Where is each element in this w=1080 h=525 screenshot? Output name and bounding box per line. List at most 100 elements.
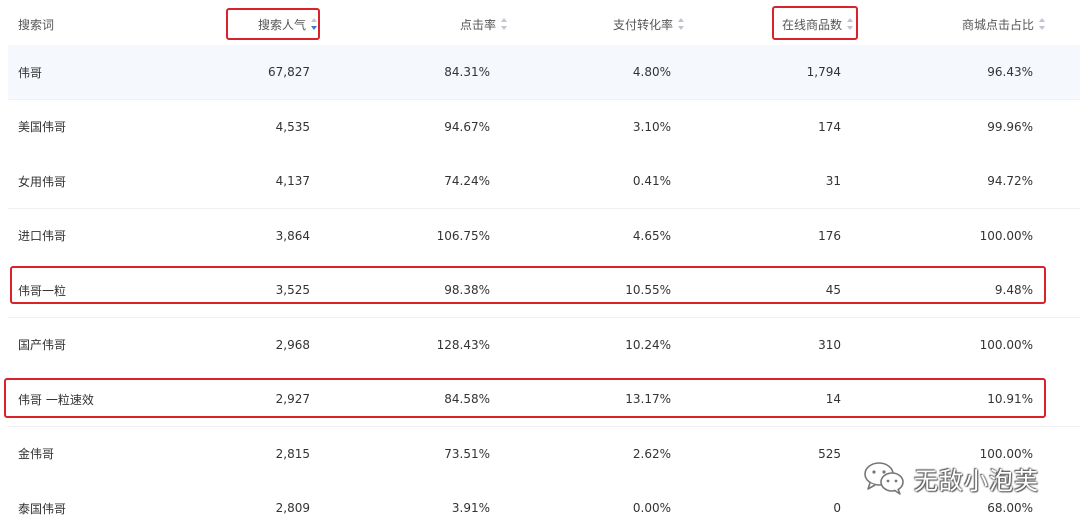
cell-online-items-value: 176: [818, 228, 841, 243]
cell-keyword: 伟哥 一粒速效: [18, 372, 218, 426]
cell-pay-rate: 4.65%: [548, 209, 671, 263]
cell-pay-rate: 10.55%: [548, 263, 671, 317]
cell-keyword: 金伟哥: [18, 427, 218, 481]
cell-online-items-value: 0: [833, 501, 841, 515]
header-mall-share[interactable]: 商城点击占比: [962, 0, 1047, 48]
cell-mall-share: 96.43%: [888, 45, 1033, 99]
cell-keyword-value: 女用伟哥: [18, 174, 67, 189]
cell-ctr-value: 74.24%: [444, 174, 490, 188]
cell-mall-share: 100.00%: [888, 318, 1033, 372]
sort-desc-icon[interactable]: [311, 18, 319, 30]
header-online-items[interactable]: 在线商品数: [782, 0, 855, 48]
cell-online-items: 14: [728, 372, 841, 426]
cell-keyword-value: 金伟哥: [18, 447, 55, 461]
cell-online-items: 525: [728, 427, 841, 481]
cell-popularity-value: 3,864: [275, 228, 310, 243]
cell-popularity: 2,927: [198, 372, 310, 426]
header-ctr-label: 点击率: [460, 17, 497, 32]
cell-mall-share-value: 100.00%: [979, 337, 1033, 352]
cell-ctr-value: 106.75%: [436, 228, 490, 243]
table-row[interactable]: 伟哥 一粒速效 2,927 84.58% 13.17% 14 10.91%: [8, 372, 1080, 427]
sort-icon[interactable]: [678, 18, 686, 30]
cell-ctr: 73.51%: [368, 427, 490, 481]
cell-online-items: 310: [728, 318, 841, 372]
cell-popularity-value: 2,927: [275, 392, 310, 406]
cell-online-items: 1,794: [728, 45, 841, 99]
cell-online-items: 174: [728, 100, 841, 154]
cell-ctr: 74.24%: [368, 154, 490, 208]
cell-popularity-value: 3,525: [275, 283, 310, 297]
cell-pay-rate: 4.80%: [548, 45, 671, 99]
cell-online-items-value: 1,794: [806, 65, 841, 79]
sort-icon[interactable]: [847, 18, 855, 30]
cell-keyword: 泰国伟哥: [18, 481, 218, 525]
cell-keyword: 国产伟哥: [18, 318, 218, 372]
cell-pay-rate-value: 0.41%: [632, 174, 671, 188]
header-mall-share-label: 商城点击占比: [962, 17, 1035, 32]
cell-ctr-value: 98.38%: [444, 283, 490, 297]
cell-keyword-value: 伟哥: [18, 65, 43, 80]
table-row[interactable]: 女用伟哥 4,137 74.24% 0.41% 31 94.72%: [8, 154, 1080, 209]
cell-popularity-value: 2,815: [275, 446, 310, 461]
header-pay-rate[interactable]: 支付转化率: [613, 0, 686, 48]
cell-pay-rate: 0.00%: [548, 481, 671, 525]
cell-pay-rate-value: 2.62%: [632, 446, 671, 461]
cell-mall-share-value: 10.91%: [987, 392, 1033, 406]
table-row[interactable]: 国产伟哥 2,968 128.43% 10.24% 310 100.00%: [8, 317, 1080, 373]
header-ctr[interactable]: 点击率: [460, 0, 509, 48]
cell-popularity: 4,535: [198, 100, 310, 154]
cell-ctr: 3.91%: [368, 481, 490, 525]
cell-pay-rate-value: 3.10%: [632, 119, 671, 134]
cell-keyword: 美国伟哥: [18, 100, 218, 154]
cell-mall-share: 100.00%: [888, 209, 1033, 263]
header-pay-rate-label: 支付转化率: [613, 17, 674, 32]
table-row[interactable]: 进口伟哥 3,864 106.75% 4.65% 176 100.00%: [8, 208, 1080, 264]
cell-ctr: 128.43%: [368, 318, 490, 372]
cell-online-items-value: 45: [825, 283, 841, 297]
header-keyword-label: 搜索词: [18, 17, 55, 32]
cell-pay-rate-value: 4.65%: [632, 228, 671, 243]
table-row[interactable]: 伟哥 67,827 84.31% 4.80% 1,794 96.43%: [8, 45, 1080, 100]
header-popularity[interactable]: 搜索人气: [258, 0, 319, 48]
cell-mall-share-value: 94.72%: [987, 174, 1033, 188]
cell-popularity: 4,137: [198, 154, 310, 208]
cell-popularity: 3,525: [198, 263, 310, 317]
cell-keyword-value: 美国伟哥: [18, 120, 67, 134]
cell-keyword-value: 伟哥 一粒速效: [18, 392, 94, 407]
header-popularity-label: 搜索人气: [258, 17, 307, 32]
cell-mall-share: 10.91%: [888, 372, 1033, 426]
header-keyword: 搜索词: [18, 0, 218, 48]
cell-ctr-value: 128.43%: [436, 337, 490, 352]
watermark: 无敌小泡芙: [862, 458, 1039, 498]
cell-keyword-value: 伟哥一粒: [18, 283, 67, 298]
cell-pay-rate: 13.17%: [548, 372, 671, 426]
cell-mall-share-value: 96.43%: [987, 65, 1033, 79]
cell-pay-rate: 3.10%: [548, 100, 671, 154]
table-row[interactable]: 美国伟哥 4,535 94.67% 3.10% 174 99.96%: [8, 99, 1080, 155]
cell-keyword: 伟哥: [18, 45, 218, 99]
cell-keyword-value: 泰国伟哥: [18, 501, 67, 516]
cell-popularity-value: 2,968: [275, 337, 310, 352]
cell-popularity-value: 67,827: [268, 65, 310, 79]
cell-mall-share-value: 99.96%: [987, 119, 1033, 134]
sort-icon[interactable]: [501, 18, 509, 30]
cell-online-items: 45: [728, 263, 841, 317]
cell-online-items-value: 174: [818, 119, 841, 134]
cell-keyword-value: 国产伟哥: [18, 338, 67, 352]
cell-online-items-value: 525: [818, 446, 841, 461]
header-online-items-label: 在线商品数: [782, 17, 843, 32]
cell-pay-rate: 2.62%: [548, 427, 671, 481]
cell-mall-share: 9.48%: [888, 263, 1033, 317]
cell-pay-rate: 10.24%: [548, 318, 671, 372]
cell-keyword: 伟哥一粒: [18, 263, 218, 317]
sort-icon[interactable]: [1039, 18, 1047, 30]
table-row[interactable]: 伟哥一粒 3,525 98.38% 10.55% 45 9.48%: [8, 263, 1080, 318]
cell-mall-share: 94.72%: [888, 154, 1033, 208]
watermark-text: 无敌小泡芙: [914, 466, 1039, 495]
cell-mall-share-value: 9.48%: [994, 283, 1033, 297]
cell-ctr: 106.75%: [368, 209, 490, 263]
cell-pay-rate-value: 13.17%: [625, 392, 671, 406]
cell-popularity: 3,864: [198, 209, 310, 263]
cell-online-items: 31: [728, 154, 841, 208]
cell-popularity: 2,809: [198, 481, 310, 525]
